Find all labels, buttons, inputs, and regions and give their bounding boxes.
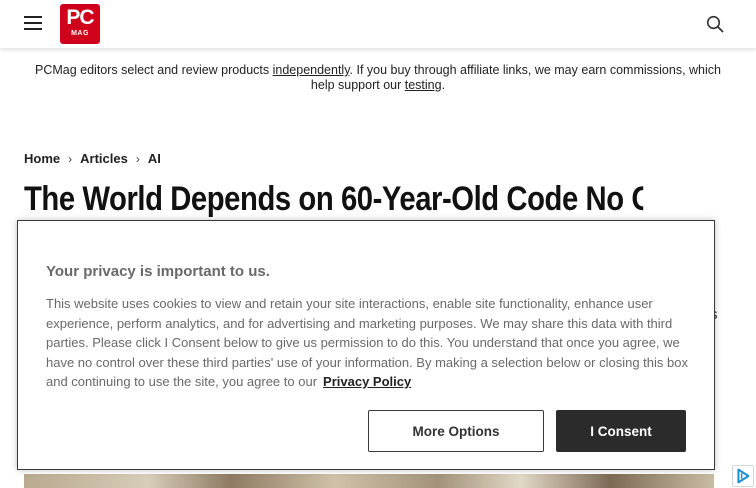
article-hero-image [24,474,714,488]
adchoices-icon[interactable] [732,465,754,487]
independently-link[interactable]: independently [273,63,350,77]
consent-title: Your privacy is important to us. [46,263,270,280]
testing-link[interactable]: testing [405,78,442,92]
privacy-consent-dialog: Your privacy is important to us. This we… [17,220,715,470]
breadcrumb-ai[interactable]: AI [148,151,161,166]
chevron-right-icon: › [68,151,73,166]
breadcrumb-home[interactable]: Home [24,151,60,166]
article-title: The World Depends on 60-Year-Old Code No… [24,180,644,218]
logo-text-pc: PC [66,6,94,29]
privacy-policy-link[interactable]: Privacy Policy [323,374,411,389]
breadcrumb-articles[interactable]: Articles [80,151,128,166]
more-options-button[interactable]: More Options [368,410,544,452]
site-header: PC MAG [0,0,756,48]
i-consent-button[interactable]: I Consent [556,410,686,452]
search-icon[interactable] [706,15,724,33]
consent-body: This website uses cookies to view and re… [46,294,696,392]
breadcrumb: Home › Articles › AI [24,151,161,166]
pcmag-logo[interactable]: PC MAG [60,4,100,44]
chevron-right-icon: › [135,151,140,166]
logo-text-mag: MAG [71,30,89,37]
affiliate-disclosure: PCMag editors select and review products… [34,63,721,92]
menu-icon[interactable] [24,16,42,30]
